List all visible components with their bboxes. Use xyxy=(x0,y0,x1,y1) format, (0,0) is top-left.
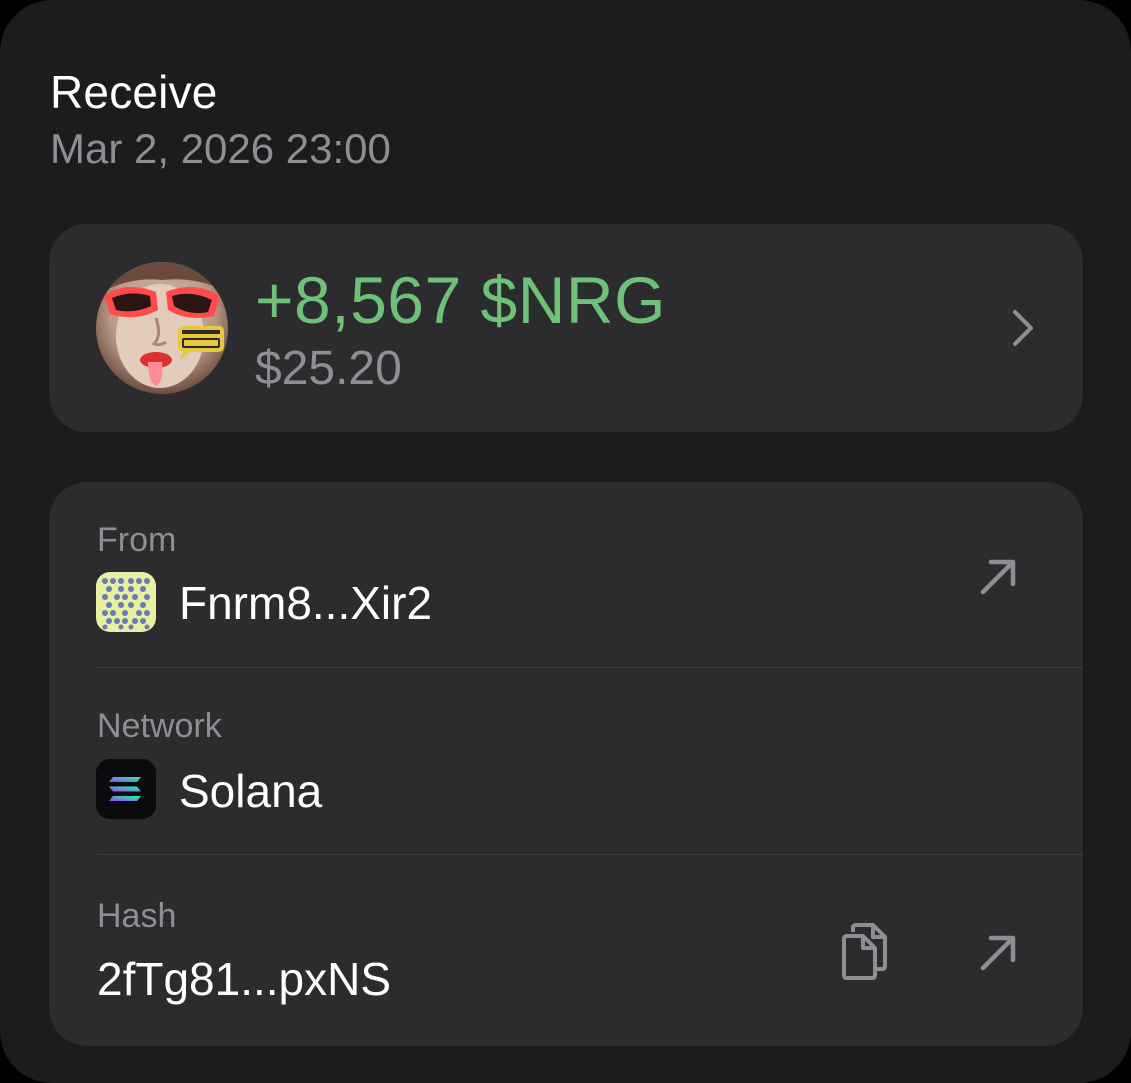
token-avatar-icon xyxy=(96,262,228,394)
transaction-datetime: Mar 2, 2026 23:00 xyxy=(50,125,391,172)
amount-card[interactable]: +8,567 $NRG $25.20 xyxy=(49,224,1083,432)
wallet-identicon-icon xyxy=(96,572,156,632)
details-card: From Fnrm8...Xir2 Network Solana Hash 2f… xyxy=(49,482,1083,1046)
chevron-right-icon[interactable] xyxy=(1007,308,1039,348)
divider xyxy=(97,667,1083,668)
network-label: Network xyxy=(97,707,222,745)
amount-text: +8,567 $NRG xyxy=(255,263,666,337)
from-address[interactable]: Fnrm8...Xir2 xyxy=(179,576,432,630)
external-link-icon[interactable] xyxy=(977,554,1021,598)
external-link-icon[interactable] xyxy=(977,930,1021,974)
hash-label: Hash xyxy=(97,897,177,935)
fiat-value-text: $25.20 xyxy=(255,342,402,395)
hash-value[interactable]: 2fTg81...pxNS xyxy=(97,952,391,1006)
page-title: Receive xyxy=(50,66,218,118)
copy-icon[interactable] xyxy=(839,922,895,982)
from-label: From xyxy=(97,521,177,559)
transaction-detail-sheet: Receive Mar 2, 2026 23:00 +8,567 $NRG $2… xyxy=(0,0,1131,1083)
divider xyxy=(97,854,1083,855)
network-value: Solana xyxy=(179,765,323,817)
solana-logo-icon xyxy=(96,759,156,819)
